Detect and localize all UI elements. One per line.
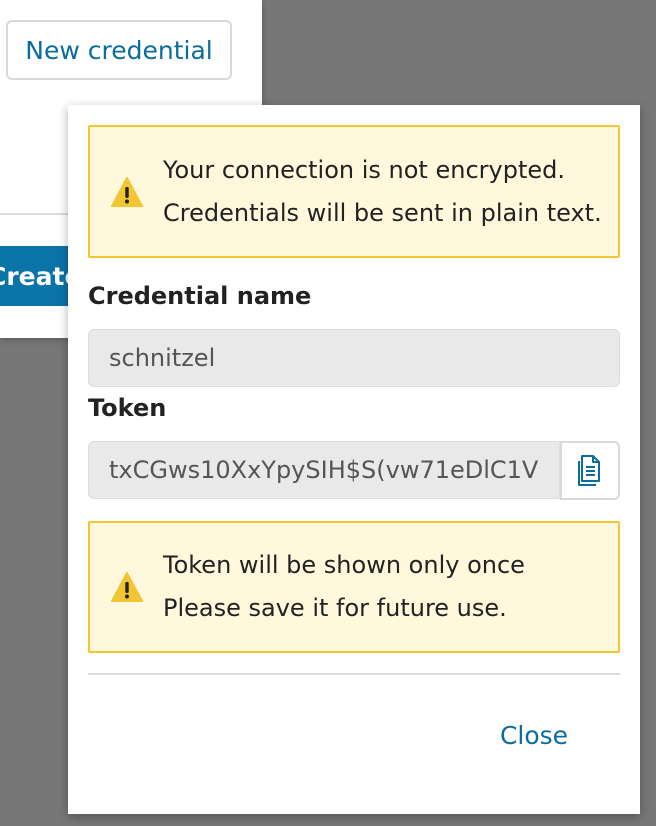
token-warning-text: Token will be shown only once Please sav… <box>163 544 525 630</box>
popover-arrow <box>103 89 137 106</box>
credential-name-label: Credential name <box>88 282 312 310</box>
encryption-warning-line-2: Credentials will be sent in plain text. <box>163 198 602 227</box>
new-credential-popover: Your connection is not encrypted. Creden… <box>68 105 640 814</box>
credential-name-input[interactable] <box>88 329 620 387</box>
token-warning-line-2: Please save it for future use. <box>163 594 507 622</box>
encryption-warning-text: Your connection is not encrypted. Creden… <box>163 149 602 235</box>
token-warning-alert: Token will be shown only once Please sav… <box>88 521 620 653</box>
warning-icon <box>111 176 143 207</box>
token-input[interactable] <box>88 441 560 499</box>
copy-token-button[interactable] <box>560 441 620 500</box>
popover-footer-divider <box>88 673 620 675</box>
close-button[interactable]: Close <box>493 713 575 757</box>
warning-icon <box>111 572 143 602</box>
encryption-warning-line-1: Your connection is not encrypted. <box>163 155 565 184</box>
new-credential-button[interactable]: New credential <box>6 20 232 80</box>
token-label: Token <box>88 394 167 422</box>
copy-icon <box>578 454 600 486</box>
token-warning-line-1: Token will be shown only once <box>163 551 525 579</box>
encryption-warning-alert: Your connection is not encrypted. Creden… <box>88 125 620 258</box>
